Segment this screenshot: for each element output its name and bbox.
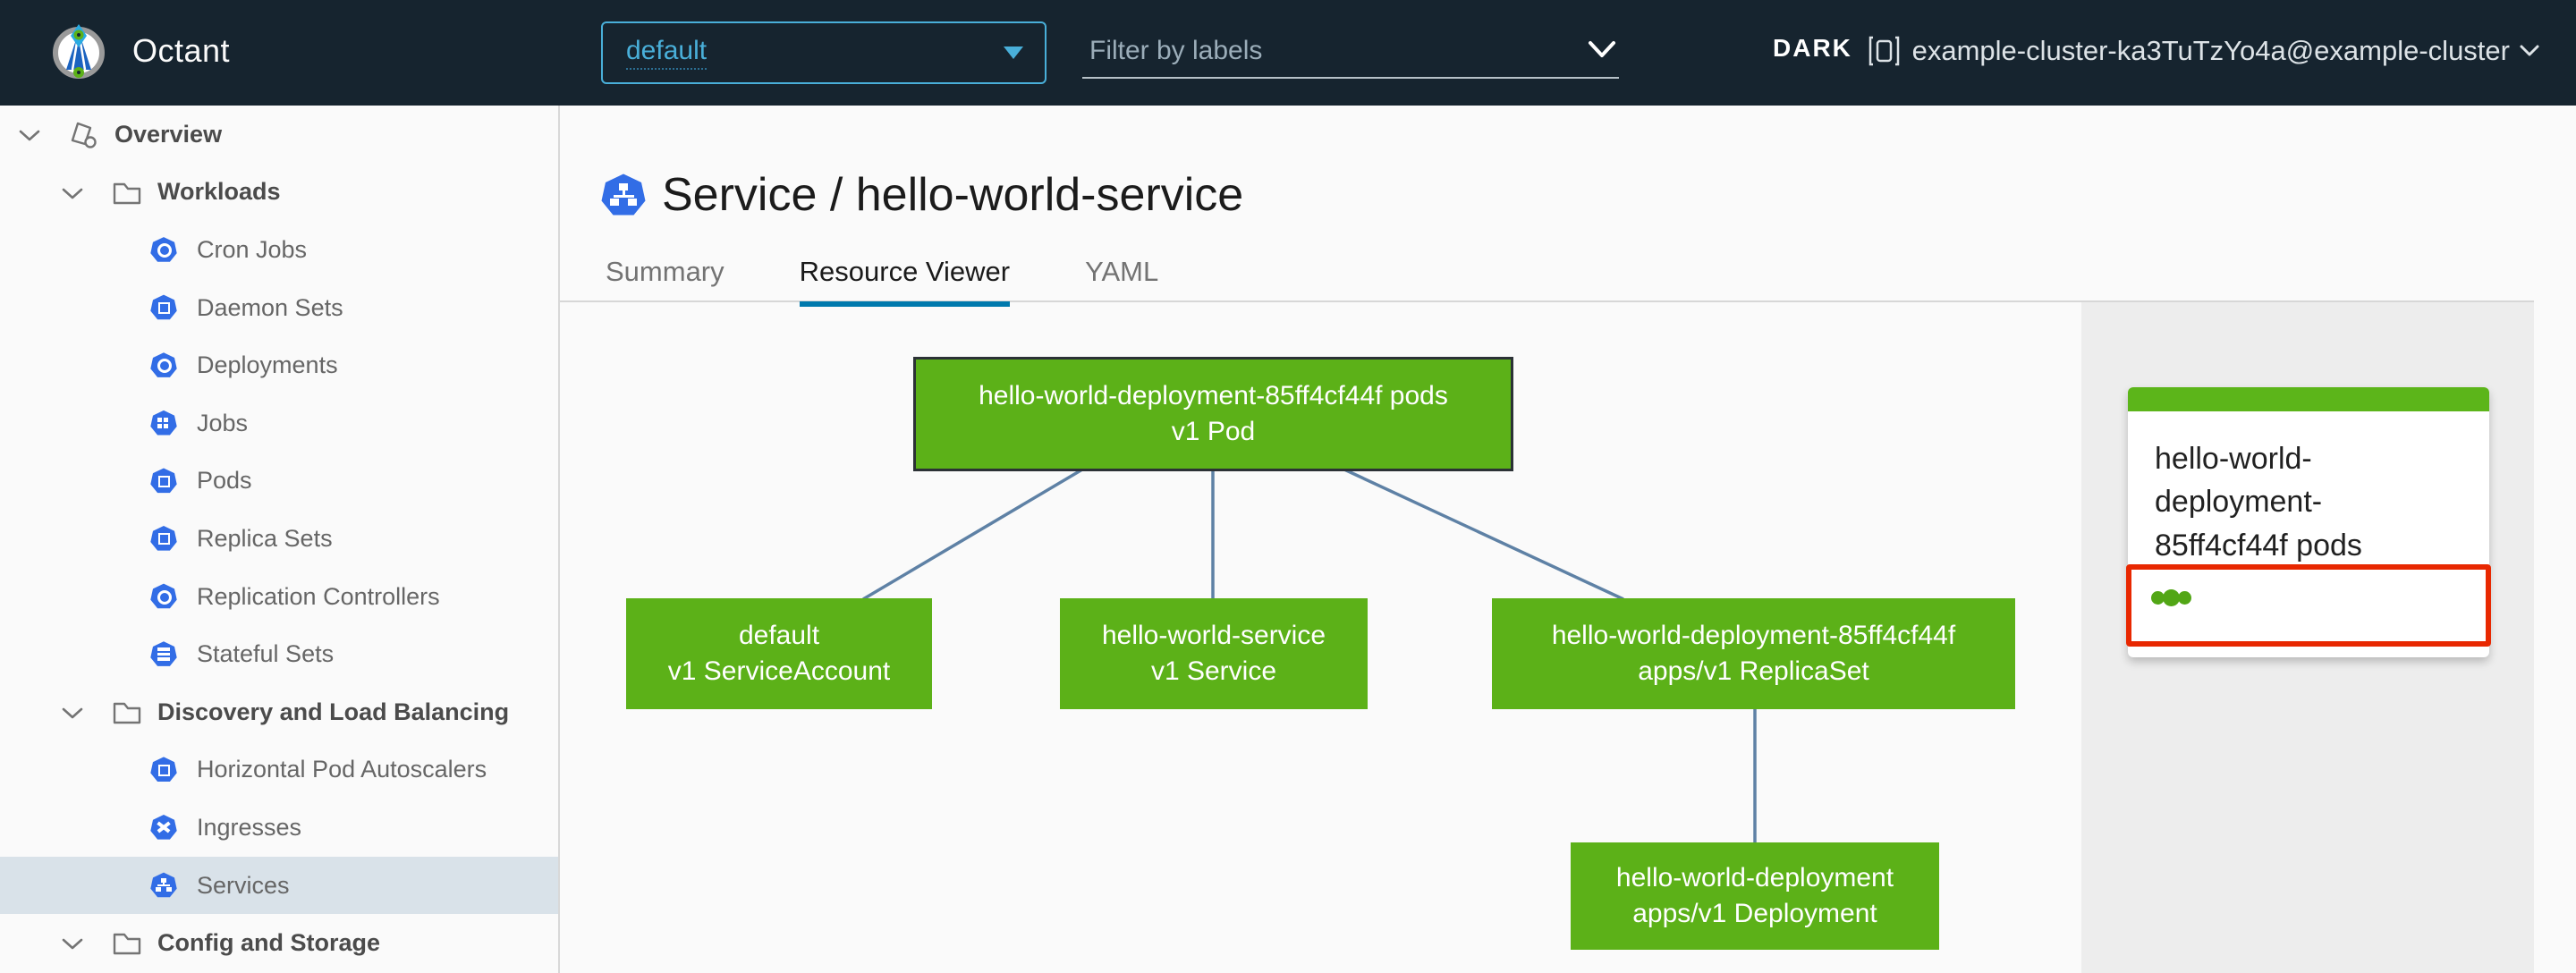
jobs-icon xyxy=(150,410,177,436)
pod-status-box[interactable] xyxy=(2126,564,2491,647)
sidebar-item-replica-sets[interactable]: Replica Sets xyxy=(0,510,558,568)
header-bar: Octant default Filter by labels DARK exa… xyxy=(0,0,2576,106)
selected-resource-card: hello-world-deployment-85ff4cf44f pods xyxy=(2126,387,2491,657)
sidebar-item-workloads[interactable]: Workloads xyxy=(0,164,558,222)
node-kind: apps/v1 ReplicaSet xyxy=(1638,656,1869,686)
scrollbar-gutter xyxy=(2534,106,2576,973)
graph-node-pod[interactable]: hello-world-deployment-85ff4cf44f pods v… xyxy=(913,357,1513,471)
services-icon xyxy=(150,872,177,898)
tab-bar: Summary Resource Viewer YAML xyxy=(606,256,1158,307)
moon-icon xyxy=(1735,34,1750,63)
card-title: hello-world-deployment-85ff4cf44f pods xyxy=(2155,442,2362,563)
sidebar-item-replication-controllers[interactable]: Replication Controllers xyxy=(0,568,558,626)
pod-status-dot xyxy=(2178,591,2191,605)
label-filter-input[interactable]: Filter by labels xyxy=(1082,25,1619,79)
namespace-dropdown[interactable]: default xyxy=(601,21,1046,84)
sidebar-item-jobs[interactable]: Jobs xyxy=(0,394,558,453)
graph-node-service[interactable]: hello-world-service v1 Service xyxy=(1060,598,1368,709)
sidebar-item-cron-jobs[interactable]: Cron Jobs xyxy=(0,221,558,279)
sidebar-item-label: Config and Storage xyxy=(157,929,380,957)
node-name: hello-world-deployment xyxy=(1615,863,1894,893)
caret-down-icon xyxy=(1004,47,1023,59)
folder-icon xyxy=(113,934,141,955)
deployments-icon xyxy=(150,352,177,377)
cluster-name: example-cluster-ka3TuTzYo4a@example-clus… xyxy=(1911,35,2510,66)
tab-resource-viewer[interactable]: Resource Viewer xyxy=(799,256,1011,307)
octant-logo-icon xyxy=(53,24,105,79)
daemon-sets-icon xyxy=(150,294,177,320)
graph-node-deployment[interactable]: hello-world-deployment apps/v1 Deploymen… xyxy=(1571,842,1939,950)
sidebar-item-label: Workloads xyxy=(157,178,281,206)
replica-sets-icon xyxy=(150,526,177,551)
theme-toggle-label: DARK xyxy=(1773,34,1852,62)
node-kind: v1 Pod xyxy=(1171,417,1256,446)
chevron-down-icon[interactable] xyxy=(61,937,84,952)
chevron-down-icon xyxy=(2520,45,2539,56)
sidebar-item-label: Cron Jobs xyxy=(197,235,308,263)
card-status-accent xyxy=(2128,387,2489,411)
folder-icon xyxy=(113,182,141,204)
sidebar-item-label: Ingresses xyxy=(197,813,302,841)
page-header: Service / hello-world-service xyxy=(601,168,1243,222)
service-icon xyxy=(601,173,646,216)
chevron-down-icon[interactable] xyxy=(61,706,84,721)
sidebar-item-label: Daemon Sets xyxy=(197,293,343,321)
node-name: default xyxy=(738,621,820,651)
sidebar-item-stateful-sets[interactable]: Stateful Sets xyxy=(0,625,558,683)
sidebar-item-label: Stateful Sets xyxy=(197,640,335,668)
chevron-down-icon[interactable] xyxy=(61,187,84,201)
sidebar-item-discovery-and-load-balancing[interactable]: Discovery and Load Balancing xyxy=(0,683,558,741)
node-kind: v1 ServiceAccount xyxy=(667,656,891,686)
folder-icon xyxy=(113,702,141,724)
sidebar-item-daemon-sets[interactable]: Daemon Sets xyxy=(0,279,558,337)
node-name: hello-world-deployment-85ff4cf44f xyxy=(1551,621,1956,651)
tab-yaml[interactable]: YAML xyxy=(1085,256,1158,307)
sidebar-item-label: Horizontal Pod Autoscalers xyxy=(197,756,487,783)
namespace-dropdown-value: default xyxy=(626,36,708,70)
detail-panel: hello-world-deployment-85ff4cf44f pods xyxy=(2081,302,2534,973)
sidebar-item-label: Overview xyxy=(114,120,223,148)
cluster-selector[interactable]: example-cluster-ka3TuTzYo4a@example-clus… xyxy=(1868,34,2540,68)
chevron-down-icon[interactable] xyxy=(18,129,41,143)
graph-node-serviceaccount[interactable]: default v1 ServiceAccount xyxy=(626,598,932,709)
sidebar-item-label: Services xyxy=(197,871,290,899)
sidebar-item-label: Jobs xyxy=(197,409,249,436)
sidebar-item-ingresses[interactable]: Ingresses xyxy=(0,799,558,857)
theme-toggle-button[interactable]: DARK xyxy=(1726,30,1852,66)
pods-icon xyxy=(150,468,177,494)
sidebar-nav: Overview Workloads Cron Jobs Daemon Sets… xyxy=(0,106,560,973)
sidebar-item-label: Pods xyxy=(197,467,252,495)
chevron-down-icon xyxy=(1589,41,1615,57)
node-name: hello-world-deployment-85ff4cf44f pods xyxy=(979,381,1448,411)
sidebar-item-label: Discovery and Load Balancing xyxy=(157,698,510,725)
sidebar-item-config-and-storage[interactable]: Config and Storage xyxy=(0,914,558,972)
hpa-icon xyxy=(150,757,177,783)
node-name: hello-world-service xyxy=(1101,621,1326,651)
page-title: Service / hello-world-service xyxy=(662,169,1244,221)
sidebar-item-pods[interactable]: Pods xyxy=(0,453,558,511)
node-kind: v1 Service xyxy=(1150,656,1277,686)
node-kind: apps/v1 Deployment xyxy=(1632,899,1877,928)
app-title: Octant xyxy=(132,32,231,69)
sidebar-item-horizontal-pod-autoscalers[interactable]: Horizontal Pod Autoscalers xyxy=(0,741,558,800)
sidebar-item-label: Replication Controllers xyxy=(197,582,440,610)
replication-controllers-icon xyxy=(150,583,177,609)
cluster-icon xyxy=(1868,36,1899,66)
octant-app: Octant default Filter by labels DARK exa… xyxy=(0,0,2576,973)
graph-node-replicaset[interactable]: hello-world-deployment-85ff4cf44f apps/v… xyxy=(1492,598,2015,709)
applications-icon xyxy=(71,122,97,148)
label-filter-placeholder: Filter by labels xyxy=(1089,36,1263,65)
sidebar-item-services[interactable]: Services xyxy=(0,856,558,915)
sidebar-item-label: Deployments xyxy=(197,351,338,379)
tab-summary[interactable]: Summary xyxy=(606,256,724,307)
stateful-sets-icon xyxy=(150,641,177,666)
sidebar-item-label: Replica Sets xyxy=(197,524,333,552)
pod-status-dots xyxy=(2151,589,2191,606)
sidebar-item-overview[interactable]: Overview xyxy=(0,106,558,164)
sidebar-item-deployments[interactable]: Deployments xyxy=(0,336,558,394)
cron-jobs-icon xyxy=(150,237,177,262)
ingresses-icon xyxy=(150,815,177,840)
